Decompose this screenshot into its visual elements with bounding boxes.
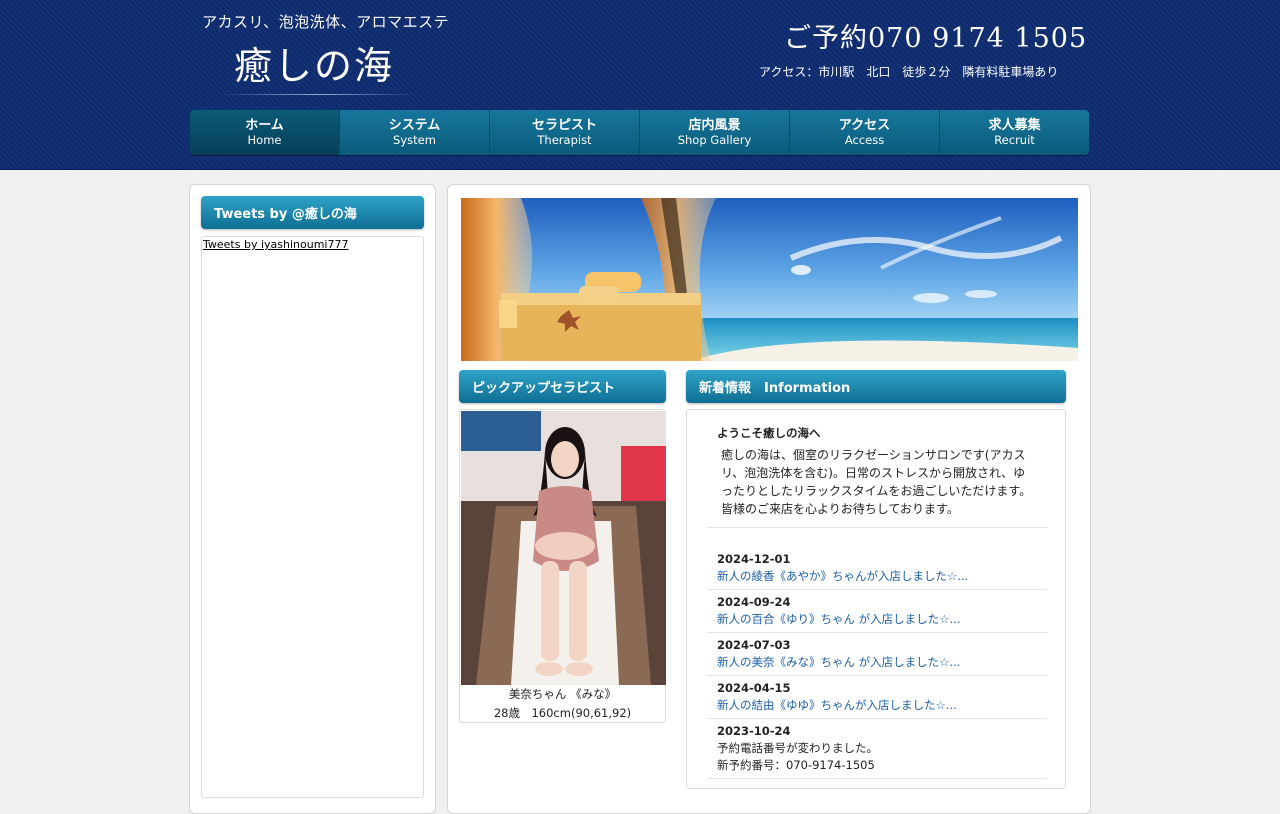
news-date: 2024-07-03: [717, 638, 791, 652]
therapist-photo[interactable]: [461, 411, 666, 685]
nav-home-en: Home: [247, 133, 282, 147]
site-logo[interactable]: 癒しの海: [234, 42, 394, 90]
news-link[interactable]: 新人の美奈《みな》ちゃん が入店しました☆...: [717, 654, 1047, 671]
nav-system-jp: システム: [388, 118, 441, 133]
news-item: 2024-04-15 新人の結由《ゆゆ》ちゃんが入店しました☆...: [707, 676, 1047, 719]
news-item: 2024-12-01 新人の綾香《あやか》ちゃんが入店しました☆...: [707, 547, 1047, 590]
nav-shop-gallery-en: Shop Gallery: [677, 133, 752, 147]
nav-therapist[interactable]: セラピスト Therapist: [490, 110, 640, 155]
news-heading: 新着情報 Information: [686, 370, 1066, 403]
divider: [707, 527, 1047, 528]
pickup-therapist-heading: ピックアップセラピスト: [459, 370, 666, 403]
news-date: 2023-10-24: [717, 724, 791, 738]
therapist-stats: 28歳 160cm(90,61,92): [493, 706, 632, 720]
beach-spa-image: [461, 198, 1078, 361]
news-date: 2024-09-24: [717, 595, 791, 609]
news-list: 2024-12-01 新人の綾香《あやか》ちゃんが入店しました☆... 2024…: [707, 547, 1047, 779]
news-date: 2024-12-01: [717, 552, 791, 566]
welcome-text: 癒しの海は、個室のリラクゼーションサロンです(アカスリ、泡泡洗体を含む)。日常の…: [721, 448, 1032, 516]
nav-therapist-en: Therapist: [537, 133, 592, 147]
news-link[interactable]: 新人の百合《ゆり》ちゃん が入店しました☆...: [717, 611, 1047, 628]
news-panel: ようこそ癒しの海へ 癒しの海は、個室のリラクゼーションサロンです(アカスリ、泡泡…: [686, 409, 1066, 789]
news-extra-text: 新予約番号：070-9174-1505: [717, 758, 875, 772]
nav-access-jp: アクセス: [838, 118, 891, 133]
tweets-embed[interactable]: Tweets by iyashinoumi777: [201, 236, 424, 798]
nav-therapist-jp: セラピスト: [531, 118, 597, 133]
access-info: アクセス：市川駅 北口 徒歩２分 隣有料駐車場あり: [759, 65, 1059, 79]
news-link[interactable]: 新人の綾香《あやか》ちゃんが入店しました☆...: [717, 568, 1047, 585]
news-item: 2024-09-24 新人の百合《ゆり》ちゃん が入店しました☆...: [707, 590, 1047, 633]
tweets-heading: Tweets by @癒しの海: [201, 196, 424, 229]
site-header: アカスリ、泡泡洗体、アロマエステ 癒しの海 ご予約070 9174 1505 ア…: [0, 0, 1280, 170]
welcome-title: ようこそ癒しの海へ: [717, 426, 821, 440]
tweets-link[interactable]: Tweets by iyashinoumi777: [203, 238, 348, 251]
main-nav: ホーム Home システム System セラピスト Therapist 店内風…: [190, 110, 1089, 155]
news-text: 予約電話番号が変わりました。: [717, 741, 878, 755]
hero-banner: [461, 198, 1078, 361]
news-item: 2024-07-03 新人の美奈《みな》ちゃん が入店しました☆...: [707, 633, 1047, 676]
nav-system-en: System: [393, 133, 436, 147]
reservation-phone: ご予約070 9174 1505: [784, 23, 1088, 54]
news-date: 2024-04-15: [717, 681, 791, 695]
nav-home[interactable]: ホーム Home: [190, 110, 340, 155]
news-item: 2023-10-24 予約電話番号が変わりました。 新予約番号：070-9174…: [707, 719, 1047, 779]
logo-divider: [218, 94, 418, 95]
nav-recruit[interactable]: 求人募集 Recruit: [940, 110, 1089, 155]
therapist-photo-image: [461, 411, 666, 685]
main-content: ピックアップセラピスト 美奈ちゃん 《みな》 28歳 160cm(90,61,9…: [447, 184, 1091, 814]
nav-shop-gallery-jp: 店内風景: [688, 118, 741, 133]
nav-shop-gallery[interactable]: 店内風景 Shop Gallery: [640, 110, 790, 155]
pickup-therapist-card[interactable]: 美奈ちゃん 《みな》 28歳 160cm(90,61,92): [459, 409, 666, 723]
nav-access[interactable]: アクセス Access: [790, 110, 940, 155]
nav-system[interactable]: システム System: [340, 110, 490, 155]
therapist-name[interactable]: 美奈ちゃん 《みな》: [460, 686, 665, 702]
news-link[interactable]: 新人の結由《ゆゆ》ちゃんが入店しました☆...: [717, 697, 1047, 714]
sidebar: Tweets by @癒しの海 Tweets by iyashinoumi777: [189, 184, 436, 814]
nav-recruit-en: Recruit: [994, 133, 1035, 147]
nav-home-jp: ホーム: [245, 118, 284, 133]
nav-access-en: Access: [844, 133, 885, 147]
site-tagline: アカスリ、泡泡洗体、アロマエステ: [202, 13, 450, 31]
nav-recruit-jp: 求人募集: [988, 118, 1041, 133]
